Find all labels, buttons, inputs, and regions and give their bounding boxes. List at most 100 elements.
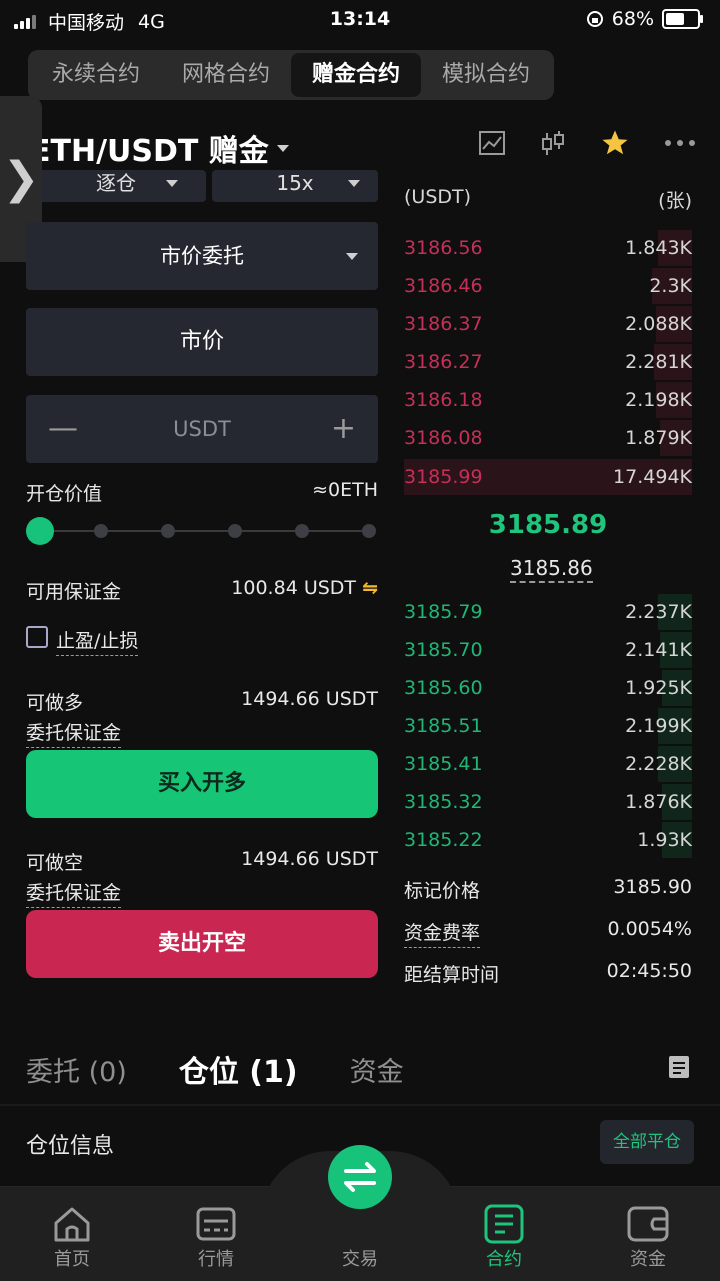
pair-symbol: ETH/USDT 赠金 (30, 134, 269, 169)
ask-qty: 2.281K (625, 351, 692, 373)
slider-step[interactable] (94, 524, 108, 538)
funding-rate-label[interactable]: 资金费率 (404, 918, 481, 948)
slider-track (36, 530, 370, 532)
short-margin-row: 委托保证金 (26, 878, 378, 908)
tpsl-row[interactable]: 止盈/止损 (26, 626, 378, 656)
settlement-value: 02:45:50 (606, 960, 692, 982)
tab-perpetual[interactable]: 永续合约 (31, 53, 161, 97)
nav-home[interactable]: 首页 (0, 1187, 144, 1281)
tab-simulated[interactable]: 模拟合约 (421, 53, 551, 97)
candlestick-icon[interactable] (540, 129, 566, 157)
buy-long-button[interactable]: 买入开多 (26, 750, 378, 818)
price-field[interactable]: 市价 (26, 308, 378, 376)
ask-price: 3186.37 (404, 313, 483, 335)
price-header: (USDT) (404, 186, 472, 208)
bid-row[interactable]: 3185.79 2.237K (404, 594, 692, 630)
leverage-value: 15x (276, 171, 314, 195)
trade-button[interactable] (328, 1145, 392, 1209)
minus-icon[interactable]: — (48, 395, 78, 463)
ask-qty: 2.088K (625, 313, 692, 335)
tpsl-label[interactable]: 止盈/止损 (56, 626, 139, 656)
bid-row[interactable]: 3185.32 1.876K (404, 784, 692, 820)
ask-row[interactable]: 3185.99 17.494K (404, 459, 692, 495)
tab-orders[interactable]: 委托 (0) (26, 1050, 127, 1089)
bid-price: 3185.22 (404, 829, 483, 851)
swap-icon (344, 1162, 376, 1192)
sell-short-button[interactable]: 卖出开空 (26, 910, 378, 978)
chevron-down-icon (166, 180, 178, 187)
order-type-value: 市价委托 (160, 244, 244, 268)
mark-price-small[interactable]: 3185.86 (510, 556, 593, 583)
slider-handle[interactable] (26, 517, 54, 545)
short-row: 可做空 1494.66 USDT (26, 848, 378, 875)
orderbook-header: (USDT) (张) (404, 186, 692, 213)
short-margin-label[interactable]: 委托保证金 (26, 878, 122, 908)
bid-row[interactable]: 3185.41 2.228K (404, 746, 692, 782)
bid-row[interactable]: 3185.22 1.93K (404, 822, 692, 858)
transfer-icon[interactable]: ⇋ (362, 577, 378, 599)
long-margin-label[interactable]: 委托保证金 (26, 718, 122, 748)
tab-bonus[interactable]: 赠金合约 (291, 53, 421, 97)
orientation-lock-icon (586, 11, 603, 27)
ask-qty: 2.198K (625, 389, 692, 411)
bid-price: 3185.51 (404, 715, 483, 737)
ask-row[interactable]: 3186.08 1.879K (404, 420, 692, 456)
header-actions (478, 128, 696, 158)
quantity-stepper[interactable]: — USDT + (26, 395, 378, 463)
nav-contract[interactable]: 合约 (432, 1187, 576, 1281)
close-all-button[interactable]: 全部平仓 (600, 1120, 694, 1164)
plus-icon[interactable]: + (331, 395, 356, 463)
ask-row[interactable]: 3186.46 2.3K (404, 268, 692, 304)
last-price: 3185.89 (488, 510, 608, 540)
star-icon[interactable] (600, 128, 630, 158)
quantity-input[interactable]: USDT (173, 417, 231, 441)
nav-assets[interactable]: 资金 (576, 1187, 720, 1281)
nav-market[interactable]: 行情 (144, 1187, 288, 1281)
document-icon[interactable] (668, 1055, 690, 1079)
short-value: 1494.66 USDT (241, 848, 378, 870)
ask-row[interactable]: 3186.37 2.088K (404, 306, 692, 342)
available-group: 100.84 USDT ⇋ (231, 577, 378, 604)
long-label: 可做多 (26, 692, 84, 714)
slider-step[interactable] (161, 524, 175, 538)
more-icon[interactable] (664, 138, 696, 148)
qty-header: (张) (658, 190, 692, 212)
slider-step[interactable] (228, 524, 242, 538)
ask-qty: 2.3K (649, 275, 692, 297)
margin-mode-value: 逐仓 (96, 171, 136, 195)
mark-price-label: 标记价格 (404, 880, 481, 902)
tab-grid[interactable]: 网格合约 (161, 53, 291, 97)
pair-selector[interactable]: ETH/USDT 赠金 (30, 126, 289, 170)
ask-price: 3186.08 (404, 427, 483, 449)
order-type-select[interactable]: 市价委托 (26, 222, 378, 290)
tab-funds[interactable]: 资金 (350, 1050, 404, 1089)
divider (0, 1104, 720, 1106)
chevron-down-icon (348, 180, 360, 187)
ask-row[interactable]: 3186.56 1.843K (404, 230, 692, 266)
margin-mode-select[interactable]: 逐仓 (26, 170, 206, 202)
leverage-select[interactable]: 15x (212, 170, 378, 202)
chart-icon[interactable] (478, 129, 506, 157)
leverage-slider[interactable] (26, 517, 378, 545)
slider-step[interactable] (362, 524, 376, 538)
ask-qty: 1.879K (625, 427, 692, 449)
long-value: 1494.66 USDT (241, 688, 378, 710)
bid-price: 3185.60 (404, 677, 483, 699)
ask-price: 3186.56 (404, 237, 483, 259)
nav-trade-label: 交易 (342, 1249, 378, 1270)
bid-row[interactable]: 3185.51 2.199K (404, 708, 692, 744)
tab-positions[interactable]: 仓位 (1) (179, 1047, 298, 1091)
settlement-row: 距结算时间 02:45:50 (404, 960, 692, 987)
ask-row[interactable]: 3186.18 2.198K (404, 382, 692, 418)
bid-row[interactable]: 3185.70 2.141K (404, 632, 692, 668)
tpsl-checkbox[interactable] (26, 626, 48, 648)
bid-price: 3185.70 (404, 639, 483, 661)
home-icon (54, 1207, 90, 1242)
chevron-down-icon (276, 144, 289, 152)
battery-icon (662, 9, 703, 29)
bid-row[interactable]: 3185.60 1.925K (404, 670, 692, 706)
long-margin-row: 委托保证金 (26, 718, 378, 748)
ask-row[interactable]: 3186.27 2.281K (404, 344, 692, 380)
slider-step[interactable] (295, 524, 309, 538)
battery-percent: 68% (611, 8, 654, 30)
